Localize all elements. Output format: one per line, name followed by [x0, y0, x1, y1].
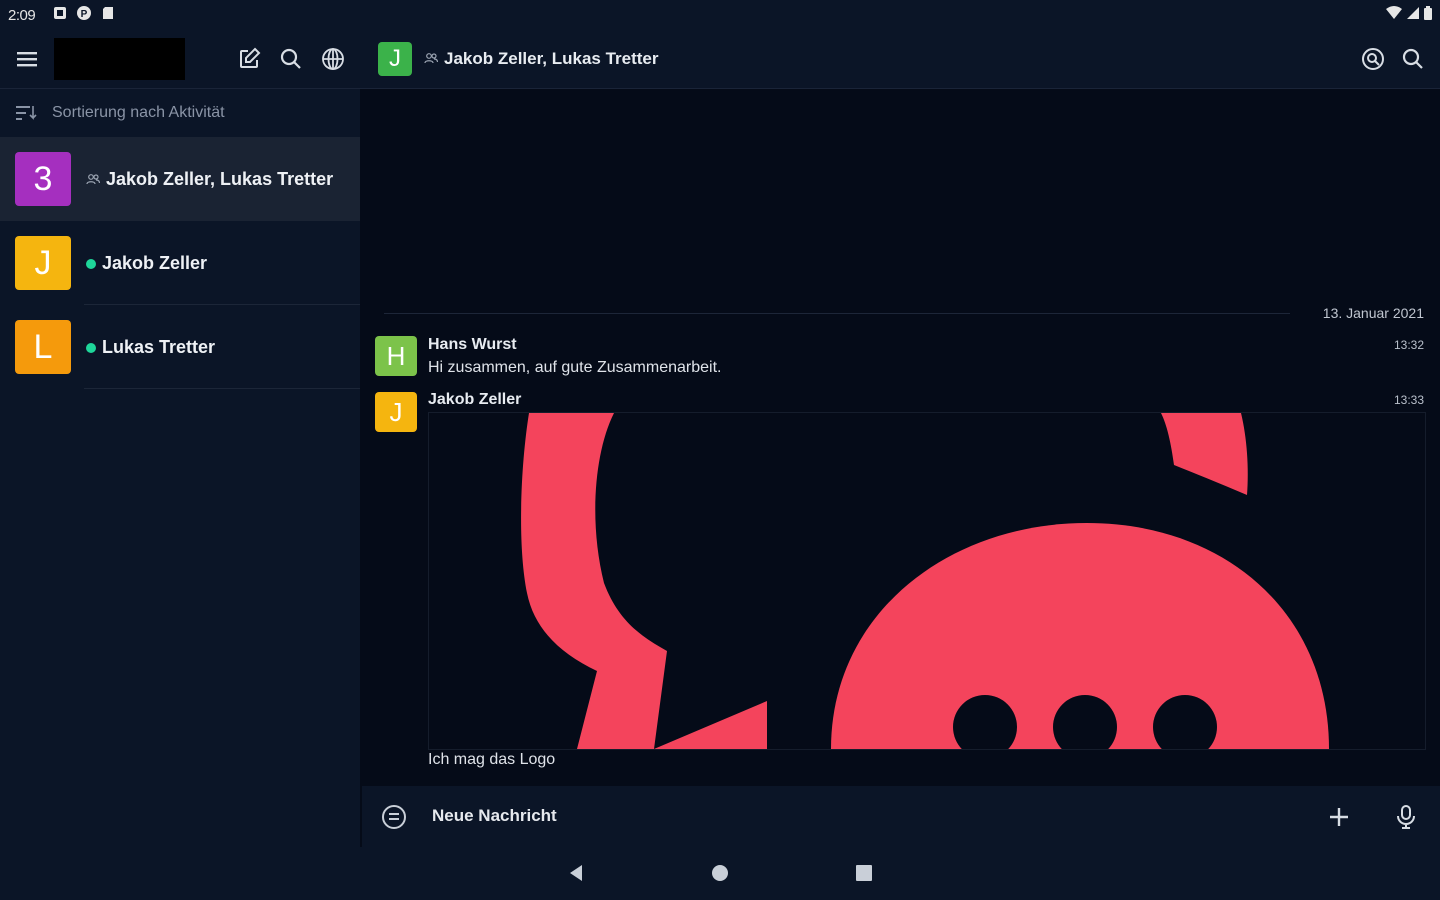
room-list: Sortierung nach Aktivität 3 Jakob Zeller…: [0, 89, 360, 847]
recent-apps-icon[interactable]: [848, 857, 880, 889]
conversation-avatar[interactable]: J: [378, 42, 412, 76]
message-time: 13:32: [1393, 338, 1424, 352]
message-timeline: 13. Januar 2021 H Hans Wurst 13:32 Hi zu…: [362, 89, 1440, 786]
room-avatar: J: [15, 236, 71, 290]
room-item-lukas-tretter[interactable]: L Lukas Tretter: [0, 305, 360, 389]
home-icon[interactable]: [704, 857, 736, 889]
battery-icon: [1424, 6, 1432, 25]
group-icon: [424, 49, 439, 69]
status-bar: 2:09 P: [0, 0, 1440, 30]
search-icon[interactable]: [275, 43, 307, 75]
logo-image: [521, 413, 1329, 749]
compose-icon[interactable]: [233, 43, 265, 75]
room-name-text: Jakob Zeller: [102, 253, 208, 273]
message-text: Hi zusammen, auf gute Zusammenarbeit.: [428, 359, 722, 376]
conversation-title[interactable]: Jakob Zeller, Lukas Tretter: [424, 49, 658, 69]
search-in-conversation-icon[interactable]: [1357, 43, 1389, 75]
sender-avatar[interactable]: J: [375, 392, 417, 432]
account-switcher[interactable]: [54, 38, 185, 80]
date-separator: 13. Januar 2021: [362, 303, 1440, 323]
sender-name[interactable]: Hans Wurst: [428, 336, 517, 354]
room-name: Lukas Tretter: [86, 337, 215, 358]
sd-card-icon: [100, 5, 116, 21]
online-status-icon: [86, 342, 96, 353]
composer: Neue Nachricht: [362, 786, 1440, 847]
navigation-bar: [0, 847, 1440, 900]
top-app-bar: J Jakob Zeller, Lukas Tretter: [0, 30, 1440, 89]
signal-icon: [1406, 6, 1420, 25]
message-time: 13:33: [1393, 393, 1424, 407]
message-text: Ich mag das Logo: [428, 751, 556, 768]
menu-icon[interactable]: [11, 43, 43, 75]
date-separator-text: 13. Januar 2021: [1322, 305, 1424, 321]
add-attachment-icon[interactable]: [1323, 801, 1355, 833]
room-item-jakob-zeller[interactable]: J Jakob Zeller: [0, 221, 360, 305]
sort-label: Sortierung nach Aktivität: [52, 104, 225, 121]
image-attachment[interactable]: [428, 412, 1426, 750]
sort-icon: [12, 99, 40, 127]
search-messages-icon[interactable]: [1397, 43, 1429, 75]
room-name-text: Lukas Tretter: [102, 337, 216, 357]
wifi-icon: [1386, 6, 1402, 25]
conversation-title-text: Jakob Zeller, Lukas Tretter: [444, 49, 659, 68]
sender-avatar[interactable]: H: [375, 336, 417, 376]
sender-name[interactable]: Jakob Zeller: [428, 391, 521, 409]
room-item-group[interactable]: 3 Jakob Zeller, Lukas Tretter: [0, 137, 360, 221]
room-name: Jakob Zeller: [86, 253, 207, 274]
status-time: 2:09: [8, 7, 36, 24]
sort-option[interactable]: Sortierung nach Aktivität: [0, 89, 360, 137]
notification-icon: [52, 5, 68, 21]
room-name: Jakob Zeller, Lukas Tretter: [86, 169, 333, 190]
date-separator-line: [384, 313, 1290, 314]
back-icon[interactable]: [560, 857, 592, 889]
group-icon: [86, 169, 101, 190]
room-avatar: 3: [15, 152, 71, 206]
app-icon: P: [76, 5, 92, 21]
globe-icon[interactable]: [317, 43, 349, 75]
online-status-icon: [86, 258, 96, 269]
emoji-icon[interactable]: [378, 801, 410, 833]
room-avatar: L: [15, 320, 71, 374]
svg-text:P: P: [81, 9, 88, 20]
message-input[interactable]: Neue Nachricht: [432, 806, 557, 826]
microphone-icon[interactable]: [1390, 801, 1422, 833]
divider: [84, 388, 360, 389]
room-name-text: Jakob Zeller, Lukas Tretter: [106, 169, 334, 189]
